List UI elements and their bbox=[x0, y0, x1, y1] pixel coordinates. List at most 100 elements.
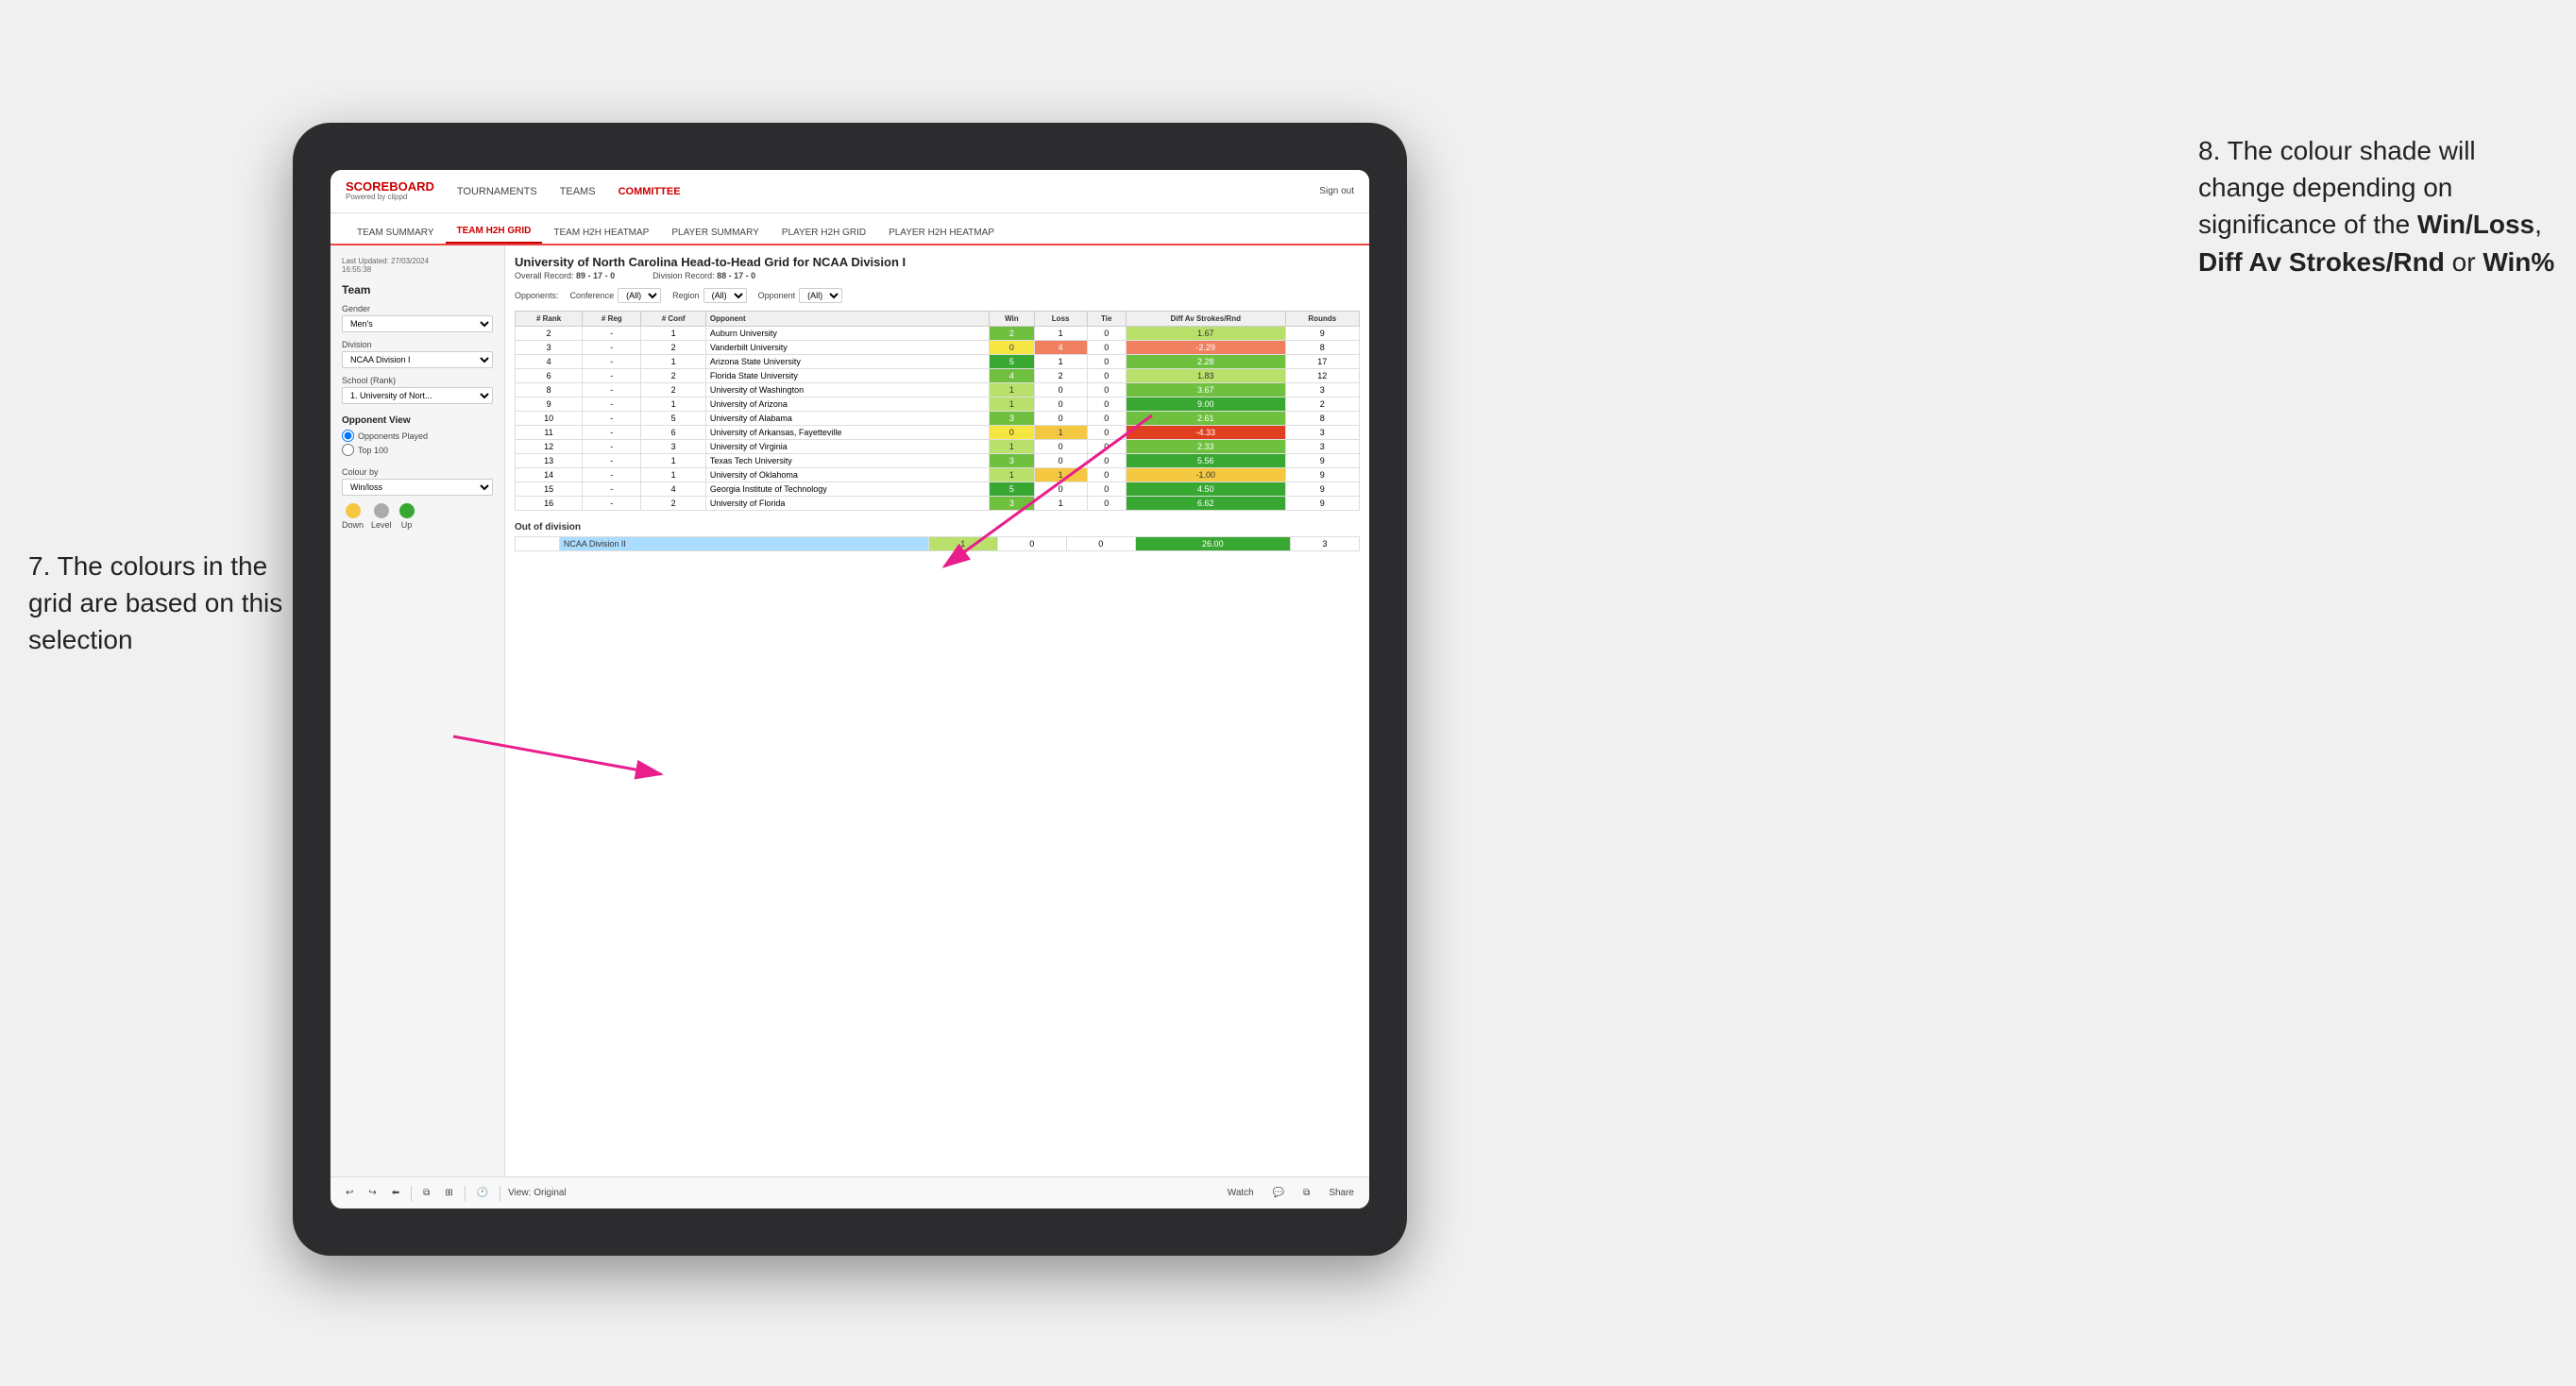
clock-btn[interactable]: 🕐 bbox=[473, 1186, 492, 1200]
share-btn[interactable]: Share bbox=[1325, 1186, 1358, 1200]
cell-opponent: University of Virginia bbox=[705, 440, 989, 454]
annotation-right: 8. The colour shade will change dependin… bbox=[2198, 132, 2557, 280]
grid-btn[interactable]: ⊞ bbox=[441, 1186, 456, 1200]
cell-rank: 4 bbox=[516, 355, 583, 369]
opponent-view-radios: Opponents Played Top 100 bbox=[342, 430, 493, 456]
colour-by-label: Colour by bbox=[342, 467, 493, 477]
cell-loss: 1 bbox=[1034, 426, 1087, 440]
division-select[interactable]: NCAA Division I bbox=[342, 351, 493, 368]
cell-win: 1 bbox=[990, 468, 1035, 482]
cell-win: 3 bbox=[990, 412, 1035, 426]
cell-rank: 9 bbox=[516, 397, 583, 412]
cell-conf: 2 bbox=[641, 497, 705, 511]
undo-btn[interactable]: ↩ bbox=[342, 1186, 357, 1200]
cell-win: 1 bbox=[990, 397, 1035, 412]
out-of-division-table: NCAA Division II 1 0 0 26.00 3 bbox=[515, 536, 1360, 551]
school-select[interactable]: 1. University of Nort... bbox=[342, 387, 493, 404]
cell-rounds: 9 bbox=[1285, 482, 1359, 497]
cell-loss: 4 bbox=[1034, 341, 1087, 355]
cell-rank: 3 bbox=[516, 341, 583, 355]
redo-btn[interactable]: ↪ bbox=[364, 1186, 380, 1200]
tablet-frame: SCOREBOARD Powered by clippd TOURNAMENTS… bbox=[293, 123, 1407, 1256]
division-label: Division bbox=[342, 340, 493, 349]
out-of-division-heading: Out of division bbox=[515, 522, 1360, 532]
cell-rank: 11 bbox=[516, 426, 583, 440]
cell-reg: - bbox=[583, 397, 641, 412]
cell-diff: -4.33 bbox=[1126, 426, 1285, 440]
cell-loss: 0 bbox=[1034, 412, 1087, 426]
table-row: 13 - 1 Texas Tech University 3 0 0 5.56 … bbox=[516, 454, 1360, 468]
col-rounds: Rounds bbox=[1285, 312, 1359, 327]
tab-team-h2h-grid[interactable]: TEAM H2H GRID bbox=[446, 220, 543, 244]
cell-rank: 12 bbox=[516, 440, 583, 454]
cell-conf: 2 bbox=[641, 383, 705, 397]
tab-team-summary[interactable]: TEAM SUMMARY bbox=[346, 222, 446, 244]
comment-btn[interactable]: 💬 bbox=[1269, 1186, 1288, 1200]
cell-win: 1 bbox=[990, 383, 1035, 397]
gender-select[interactable]: Men's bbox=[342, 315, 493, 332]
cell-win: 1 bbox=[990, 440, 1035, 454]
cell-rounds: 3 bbox=[1285, 426, 1359, 440]
opponents-played-radio[interactable] bbox=[342, 430, 354, 442]
cell-opponent: University of Florida bbox=[705, 497, 989, 511]
cell-opponent: Arizona State University bbox=[705, 355, 989, 369]
cell-conf: 4 bbox=[641, 482, 705, 497]
cell-rank: 15 bbox=[516, 482, 583, 497]
cell-rounds: 9 bbox=[1285, 497, 1359, 511]
cell-opponent: University of Washington bbox=[705, 383, 989, 397]
cell-rounds: 8 bbox=[1285, 412, 1359, 426]
cell-diff: 5.56 bbox=[1126, 454, 1285, 468]
cell-reg: - bbox=[583, 327, 641, 341]
cell-rounds: 12 bbox=[1285, 369, 1359, 383]
cell-loss: 1 bbox=[1034, 468, 1087, 482]
nav-tournaments[interactable]: TOURNAMENTS bbox=[457, 182, 537, 201]
region-filter-label: Region bbox=[672, 291, 700, 300]
opponent-filter-select[interactable]: (All) bbox=[799, 288, 842, 303]
top100-radio-label[interactable]: Top 100 bbox=[342, 444, 493, 456]
cell-rounds: 9 bbox=[1285, 327, 1359, 341]
col-conf: # Conf bbox=[641, 312, 705, 327]
cell-tie: 0 bbox=[1087, 383, 1126, 397]
watch-btn[interactable]: Watch bbox=[1224, 1186, 1258, 1200]
back-btn[interactable]: ⬅ bbox=[388, 1186, 403, 1200]
tab-player-h2h-heatmap[interactable]: PLAYER H2H HEATMAP bbox=[877, 222, 1006, 244]
cell-win: 4 bbox=[990, 369, 1035, 383]
copy-btn[interactable]: ⧉ bbox=[419, 1186, 433, 1200]
opponent-view-heading: Opponent View bbox=[342, 415, 493, 426]
colour-by-select[interactable]: Win/loss bbox=[342, 479, 493, 496]
last-updated: Last Updated: 27/03/2024 16:55:38 bbox=[342, 257, 493, 274]
top100-radio[interactable] bbox=[342, 444, 354, 456]
out-of-division-row: NCAA Division II 1 0 0 26.00 3 bbox=[516, 537, 1360, 551]
sign-out-link[interactable]: Sign out bbox=[1319, 186, 1354, 196]
share-icon-btn[interactable]: ⧉ bbox=[1299, 1186, 1313, 1200]
nav-teams[interactable]: TEAMS bbox=[560, 182, 596, 201]
col-win: Win bbox=[990, 312, 1035, 327]
cell-conf: 1 bbox=[641, 327, 705, 341]
nav-committee[interactable]: COMMITTEE bbox=[619, 182, 681, 201]
tab-player-h2h-grid[interactable]: PLAYER H2H GRID bbox=[771, 222, 877, 244]
view-label: View: Original bbox=[508, 1188, 567, 1198]
table-row: 12 - 3 University of Virginia 1 0 0 2.33… bbox=[516, 440, 1360, 454]
cell-diff: -1.00 bbox=[1126, 468, 1285, 482]
table-row: 2 - 1 Auburn University 2 1 0 1.67 9 bbox=[516, 327, 1360, 341]
cell-loss: 2 bbox=[1034, 369, 1087, 383]
cell-loss: 0 bbox=[1034, 482, 1087, 497]
conference-filter-group: Conference (All) bbox=[570, 288, 662, 303]
cell-loss: 1 bbox=[1034, 355, 1087, 369]
region-filter-select[interactable]: (All) bbox=[703, 288, 747, 303]
cell-rounds: 9 bbox=[1285, 468, 1359, 482]
ood-win: 1 bbox=[928, 537, 997, 551]
cell-loss: 0 bbox=[1034, 440, 1087, 454]
conference-filter-select[interactable]: (All) bbox=[618, 288, 661, 303]
tab-player-summary[interactable]: PLAYER SUMMARY bbox=[660, 222, 770, 244]
opponents-played-radio-label[interactable]: Opponents Played bbox=[342, 430, 493, 442]
cell-diff: 6.62 bbox=[1126, 497, 1285, 511]
cell-diff: 4.50 bbox=[1126, 482, 1285, 497]
table-row: 16 - 2 University of Florida 3 1 0 6.62 … bbox=[516, 497, 1360, 511]
logo: SCOREBOARD Powered by clippd bbox=[346, 180, 434, 202]
cell-tie: 0 bbox=[1087, 468, 1126, 482]
tab-team-h2h-heatmap[interactable]: TEAM H2H HEATMAP bbox=[542, 222, 660, 244]
cell-rounds: 3 bbox=[1285, 440, 1359, 454]
cell-conf: 1 bbox=[641, 454, 705, 468]
school-label: School (Rank) bbox=[342, 376, 493, 385]
